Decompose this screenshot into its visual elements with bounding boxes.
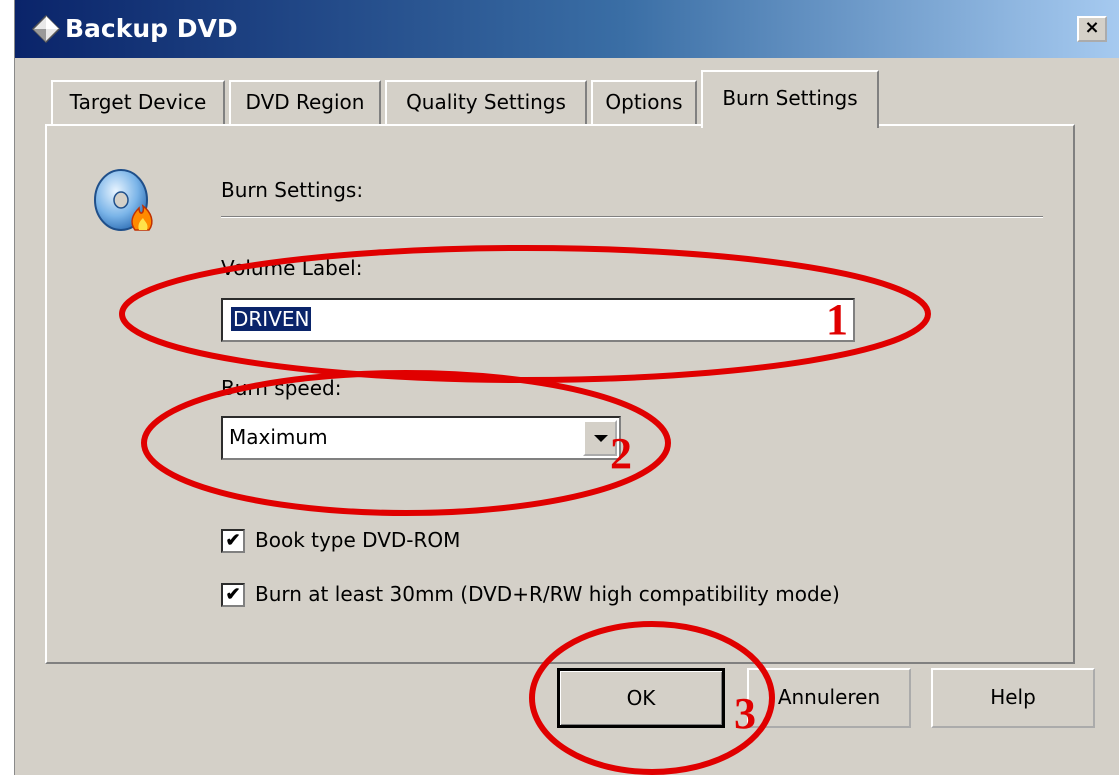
volume-label-value: DRIVEN <box>231 307 312 331</box>
annotation-marker-2: 2 <box>610 429 632 478</box>
tab-target-device[interactable]: Target Device <box>51 80 225 124</box>
help-button[interactable]: Help <box>931 668 1095 728</box>
volume-label-input[interactable]: DRIVEN <box>221 298 855 342</box>
volume-label-caption: Volume Label: <box>221 256 363 280</box>
tab-options[interactable]: Options <box>591 80 697 124</box>
cancel-button[interactable]: Annuleren <box>747 668 911 728</box>
window-title: Backup DVD <box>65 14 238 43</box>
close-button[interactable]: × <box>1077 16 1107 42</box>
book-type-checkbox[interactable]: ✔ <box>221 529 245 553</box>
burning-cd-icon <box>94 169 153 231</box>
annotation-marker-1: 1 <box>826 295 848 344</box>
compat-mode-checkbox[interactable]: ✔ <box>221 583 245 607</box>
tab-dvd-region[interactable]: DVD Region <box>229 80 381 124</box>
dialog-window: Backup DVD × Target Device DVD Region Qu… <box>14 0 1119 775</box>
burn-speed-caption: Burn speed: <box>221 376 342 400</box>
section-title: Burn Settings: <box>221 178 364 202</box>
tab-burn-settings[interactable]: Burn Settings <box>701 70 879 128</box>
burn-settings-panel: Burn Settings: Volume Label: DRIVEN Burn… <box>45 124 1075 664</box>
tab-quality-settings[interactable]: Quality Settings <box>385 80 587 124</box>
annotation-marker-3: 3 <box>734 689 756 738</box>
burn-speed-select[interactable]: Maximum <box>221 416 621 460</box>
separator <box>221 216 1043 218</box>
compat-mode-label: Burn at least 30mm (DVD+R/RW high compat… <box>255 582 840 606</box>
title-bar[interactable]: Backup DVD × <box>15 0 1119 58</box>
diamond-app-icon <box>31 14 61 44</box>
book-type-label: Book type DVD-ROM <box>255 528 461 552</box>
ok-button[interactable]: OK <box>557 668 725 728</box>
burn-speed-value: Maximum <box>229 425 328 449</box>
